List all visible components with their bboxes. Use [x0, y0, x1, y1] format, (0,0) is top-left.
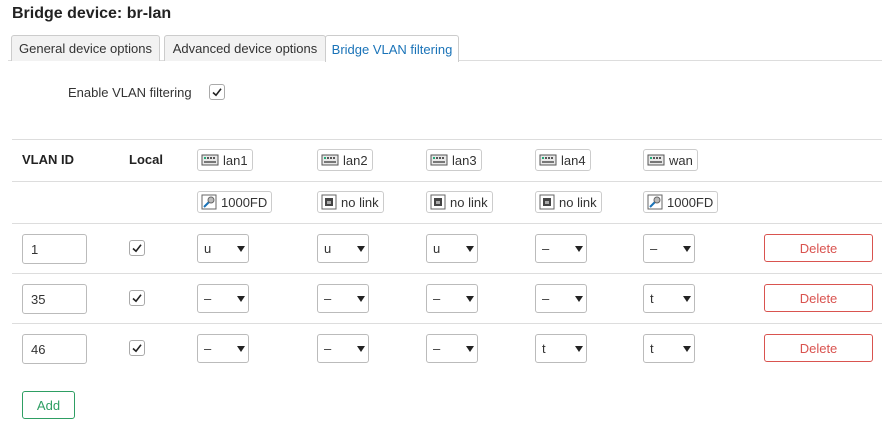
checkmark-icon	[132, 244, 142, 253]
port-membership-value: –	[542, 241, 550, 256]
port-status-lan1: 1000FD	[197, 191, 273, 213]
enable-vlan-filtering-label: Enable VLAN filtering	[68, 84, 192, 100]
network-port-icon	[539, 154, 557, 166]
port-membership-select-wan[interactable]: –	[643, 234, 695, 263]
port-membership-select-lan4[interactable]: t	[535, 334, 587, 363]
port-status-text: no link	[559, 194, 597, 210]
port-header-lan1: lan1	[197, 149, 253, 171]
checkmark-icon	[132, 294, 142, 303]
enable-vlan-filtering-row: Enable VLAN filtering	[68, 84, 225, 100]
port-name: lan2	[343, 152, 368, 168]
port-header-lan2: lan2	[317, 149, 373, 171]
vlan-id-input[interactable]	[22, 334, 87, 364]
port-header-lan3: lan3	[426, 149, 482, 171]
port-membership-value: t	[650, 341, 654, 356]
port-membership-value: –	[433, 341, 441, 356]
port-name: lan4	[561, 152, 586, 168]
chevron-down-icon	[683, 345, 691, 352]
chevron-down-icon	[466, 345, 474, 352]
port-status-text: 1000FD	[221, 194, 268, 210]
port-status-text: no link	[341, 194, 379, 210]
link-down-icon	[430, 194, 446, 210]
link-down-icon	[539, 194, 555, 210]
chevron-down-icon	[357, 345, 365, 352]
local-checkbox[interactable]	[129, 290, 145, 306]
port-membership-value: t	[650, 291, 654, 306]
delete-button[interactable]: Delete	[764, 284, 873, 312]
chevron-down-icon	[237, 345, 245, 352]
port-status-text: no link	[450, 194, 488, 210]
port-membership-value: –	[542, 291, 550, 306]
port-status-lan2: no link	[317, 191, 384, 213]
enable-vlan-filtering-checkbox[interactable]	[208, 84, 225, 100]
port-membership-value: –	[204, 291, 212, 306]
port-status-lan4: no link	[535, 191, 602, 213]
port-membership-select-lan2[interactable]: u	[317, 234, 369, 263]
vlan-id-input[interactable]	[22, 284, 87, 314]
tab-advanced-device-options[interactable]: Advanced device options	[164, 35, 326, 61]
local-header: Local	[129, 152, 163, 167]
chevron-down-icon	[683, 295, 691, 302]
delete-button[interactable]: Delete	[764, 334, 873, 362]
link-up-icon	[647, 194, 663, 210]
port-membership-select-lan1[interactable]: –	[197, 284, 249, 313]
port-name: wan	[669, 152, 693, 168]
vlan-id-input[interactable]	[22, 234, 87, 264]
port-name: lan1	[223, 152, 248, 168]
port-status-text: 1000FD	[667, 194, 714, 210]
port-name: lan3	[452, 152, 477, 168]
network-port-icon	[321, 154, 339, 166]
port-status-lan3: no link	[426, 191, 493, 213]
chevron-down-icon	[575, 295, 583, 302]
tab-bridge-vlan-filtering[interactable]: Bridge VLAN filtering	[325, 35, 459, 62]
link-up-icon	[201, 194, 217, 210]
network-port-icon	[201, 154, 219, 166]
chevron-down-icon	[357, 245, 365, 252]
port-membership-select-lan3[interactable]: –	[426, 284, 478, 313]
network-port-icon	[647, 154, 665, 166]
chevron-down-icon	[466, 295, 474, 302]
port-status-wan: 1000FD	[643, 191, 719, 213]
chevron-down-icon	[575, 345, 583, 352]
checkmark-icon	[132, 344, 142, 353]
port-membership-select-lan4[interactable]: –	[535, 234, 587, 263]
port-membership-select-lan3[interactable]: u	[426, 234, 478, 263]
port-membership-value: –	[204, 341, 212, 356]
chevron-down-icon	[466, 245, 474, 252]
port-header-wan: wan	[643, 149, 698, 171]
tab-bar: General device options Advanced device o…	[8, 35, 882, 62]
port-header-lan4: lan4	[535, 149, 591, 171]
chevron-down-icon	[683, 245, 691, 252]
chevron-down-icon	[575, 245, 583, 252]
port-membership-select-wan[interactable]: t	[643, 334, 695, 363]
port-membership-value: u	[204, 241, 212, 256]
local-checkbox[interactable]	[129, 340, 145, 356]
tab-general-device-options[interactable]: General device options	[11, 35, 160, 61]
port-membership-value: –	[433, 291, 441, 306]
vlan-id-header: VLAN ID	[22, 152, 74, 167]
port-membership-value: –	[324, 291, 332, 306]
local-checkbox[interactable]	[129, 240, 145, 256]
network-port-icon	[430, 154, 448, 166]
port-membership-select-lan1[interactable]: –	[197, 334, 249, 363]
port-membership-select-wan[interactable]: t	[643, 284, 695, 313]
port-membership-value: –	[324, 341, 332, 356]
port-membership-select-lan2[interactable]: –	[317, 284, 369, 313]
link-down-icon	[321, 194, 337, 210]
port-membership-value: t	[542, 341, 546, 356]
add-button[interactable]: Add	[22, 391, 75, 419]
port-membership-select-lan2[interactable]: –	[317, 334, 369, 363]
port-membership-value: u	[433, 241, 441, 256]
chevron-down-icon	[357, 295, 365, 302]
delete-button[interactable]: Delete	[764, 234, 873, 262]
port-membership-select-lan3[interactable]: –	[426, 334, 478, 363]
port-membership-value: u	[324, 241, 332, 256]
chevron-down-icon	[237, 245, 245, 252]
port-membership-select-lan1[interactable]: u	[197, 234, 249, 263]
page-title: Bridge device: br-lan	[12, 5, 172, 22]
port-membership-value: –	[650, 241, 658, 256]
chevron-down-icon	[237, 295, 245, 302]
port-membership-select-lan4[interactable]: –	[535, 284, 587, 313]
checkmark-icon	[212, 88, 222, 97]
